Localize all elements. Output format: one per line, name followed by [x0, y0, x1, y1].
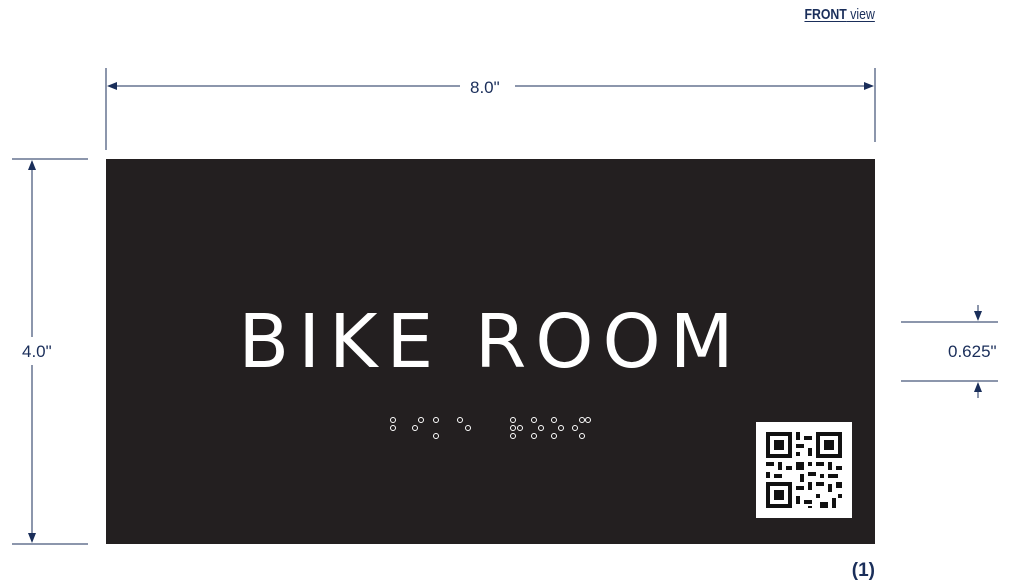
sign-panel: BIKE ROOM: [106, 159, 875, 544]
sign-title: BIKE ROOM: [238, 299, 743, 385]
height-dimension-label: 4.0": [22, 342, 52, 361]
width-dimension-label: 8.0": [466, 79, 504, 96]
quantity-label: (1): [851, 560, 875, 581]
braille-dots: [390, 417, 591, 439]
qr-code-icon: [756, 422, 852, 518]
letter-height-dimension-label: 0.625": [948, 342, 997, 361]
